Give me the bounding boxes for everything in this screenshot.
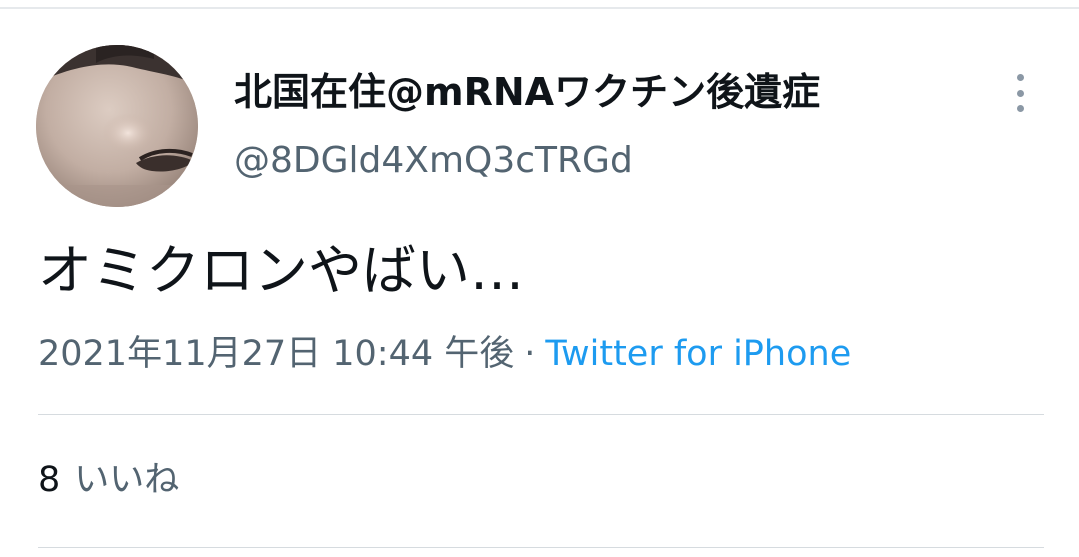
avatar-photo (36, 45, 198, 207)
divider (38, 414, 1044, 415)
more-dot (1016, 89, 1024, 97)
more-dot (1016, 105, 1024, 112)
likes-count-link[interactable]: 8 いいね (38, 456, 179, 504)
avatar[interactable] (36, 45, 198, 207)
more-dot (1016, 74, 1024, 81)
likes-label: いいね (74, 460, 180, 500)
likes-count: 8 (38, 460, 61, 500)
more-vertical-icon[interactable] (1004, 70, 1036, 116)
author-display-name[interactable]: 北国在住@mRNAワクチン後遺症 (234, 66, 820, 118)
tweet-meta: 2021年11月27日 10:44 午後 · Twitter for iPhone (38, 330, 851, 378)
tweet-text: オミクロンやばい… (38, 239, 524, 302)
author-handle[interactable]: @8DGld4XmQ3cTRGd (234, 137, 633, 185)
divider (38, 547, 1044, 548)
tweet-source-link[interactable]: Twitter for iPhone (545, 334, 851, 374)
meta-separator: · (524, 334, 536, 374)
top-divider (0, 7, 1079, 9)
tweet-timestamp[interactable]: 2021年11月27日 10:44 午後 (38, 334, 514, 374)
